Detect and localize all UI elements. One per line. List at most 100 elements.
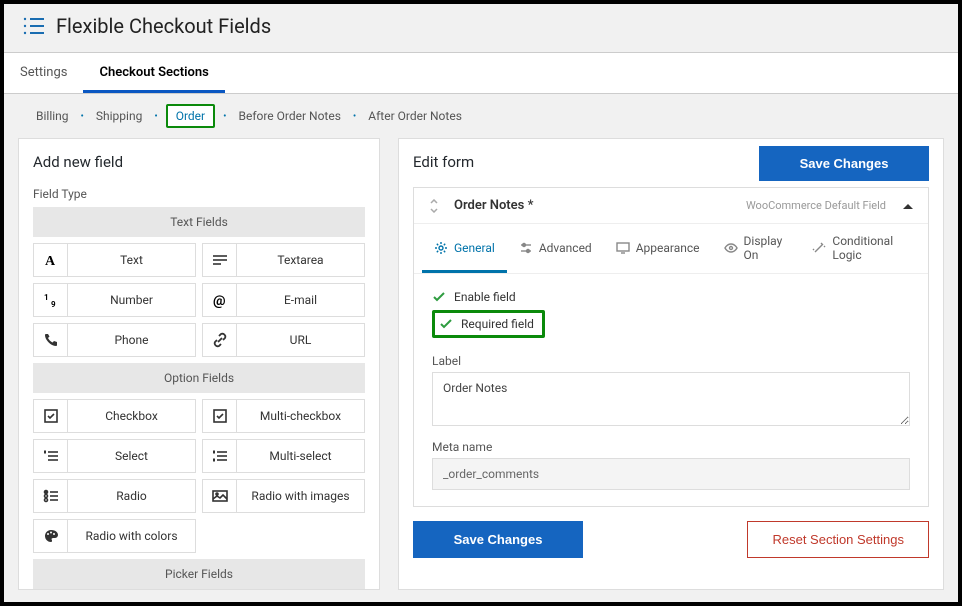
- tab-label: Display On: [744, 234, 789, 262]
- monitor-icon: [616, 241, 630, 255]
- svg-text:1: 1: [44, 293, 49, 302]
- edit-form-panel: Edit form Save Changes Order Notes * Woo…: [398, 138, 944, 590]
- at-icon: @: [203, 283, 237, 317]
- required-field-checkbox[interactable]: Required field: [432, 310, 545, 338]
- field-header[interactable]: Order Notes * WooCommerce Default Field: [414, 188, 928, 224]
- phone-icon: [34, 323, 68, 357]
- field-type-email[interactable]: @ E-mail: [202, 283, 365, 317]
- field-type-label: Multi-checkbox: [237, 409, 364, 423]
- meta-name-label: Meta name: [432, 440, 910, 454]
- tab-label: Appearance: [636, 241, 700, 255]
- meta-name-value: _order_comments: [432, 458, 910, 490]
- checkbox-label: Enable field: [454, 290, 516, 304]
- label-field-label: Label: [432, 354, 910, 368]
- tab-conditional-logic[interactable]: Conditional Logic: [800, 224, 920, 273]
- field-default-tag: WooCommerce Default Field: [746, 199, 886, 212]
- field-type-radio[interactable]: Radio: [33, 479, 196, 513]
- field-type-radio-images[interactable]: Radio with images: [202, 479, 365, 513]
- sub-nav-after-notes[interactable]: After Order Notes: [364, 107, 466, 125]
- field-type-label: URL: [237, 333, 364, 347]
- label-input[interactable]: [432, 372, 910, 426]
- field-type-url[interactable]: URL: [202, 323, 365, 357]
- multi-select-icon: [203, 439, 237, 473]
- drag-handle-icon[interactable]: [428, 199, 440, 213]
- field-type-label: Textarea: [237, 253, 364, 267]
- field-type-phone[interactable]: Phone: [33, 323, 196, 357]
- checkbox-icon: [34, 399, 68, 433]
- add-field-panel: Add new field Field Type Text Fields A T…: [18, 138, 380, 590]
- svg-text:A: A: [45, 254, 56, 268]
- tab-label: General: [454, 241, 495, 255]
- field-type-label: Multi-select: [237, 449, 364, 463]
- field-title: Order Notes *: [454, 198, 533, 213]
- field-editor: Order Notes * WooCommerce Default Field …: [413, 187, 929, 507]
- textarea-icon: [203, 243, 237, 277]
- collapse-icon[interactable]: [902, 202, 914, 210]
- radio-icon: [34, 479, 68, 513]
- eye-icon: [724, 241, 738, 255]
- add-field-title: Add new field: [19, 139, 379, 187]
- sliders-icon: [519, 241, 533, 255]
- group-picker-fields: Picker Fields: [33, 559, 365, 589]
- checkbox-label: Required field: [461, 317, 534, 331]
- field-type-multi-checkbox[interactable]: Multi-checkbox: [202, 399, 365, 433]
- check-icon: [439, 317, 453, 331]
- palette-icon: [34, 519, 68, 553]
- tab-advanced[interactable]: Advanced: [507, 224, 604, 273]
- tab-display-on[interactable]: Display On: [712, 224, 801, 273]
- field-type-checkbox[interactable]: Checkbox: [33, 399, 196, 433]
- sub-nav-shipping[interactable]: Shipping: [92, 107, 146, 125]
- field-type-select[interactable]: Select: [33, 439, 196, 473]
- field-type-text[interactable]: A Text: [33, 243, 196, 277]
- list-icon: [22, 15, 46, 37]
- select-icon: [34, 439, 68, 473]
- field-type-label: Number: [68, 293, 195, 307]
- tab-general[interactable]: General: [422, 224, 507, 273]
- check-icon: [432, 290, 446, 304]
- field-type-label: Select: [68, 449, 195, 463]
- save-changes-top-button[interactable]: Save Changes: [759, 146, 929, 181]
- save-changes-bottom-button[interactable]: Save Changes: [413, 521, 583, 558]
- gear-icon: [434, 241, 448, 255]
- field-type-label: Checkbox: [68, 409, 195, 423]
- sub-nav-billing[interactable]: Billing: [32, 107, 73, 125]
- field-type-textarea[interactable]: Textarea: [202, 243, 365, 277]
- sub-nav-before-notes[interactable]: Before Order Notes: [234, 107, 344, 125]
- tab-label: Advanced: [539, 241, 592, 255]
- field-type-label: Radio: [68, 489, 195, 503]
- field-type-label: Phone: [68, 333, 195, 347]
- page-header: Flexible Checkout Fields: [4, 4, 958, 52]
- separator-dot: •: [353, 111, 356, 122]
- top-nav: Settings Checkout Sections: [4, 52, 958, 94]
- checkbox-icon: [203, 399, 237, 433]
- tab-checkout-sections[interactable]: Checkout Sections: [83, 53, 224, 93]
- tab-appearance[interactable]: Appearance: [604, 224, 712, 273]
- sub-nav-order[interactable]: Order: [166, 104, 215, 128]
- field-type-label: Text: [68, 253, 195, 267]
- enable-field-checkbox[interactable]: Enable field: [432, 286, 910, 308]
- sub-nav: Billing • Shipping • Order • Before Orde…: [4, 94, 958, 138]
- image-icon: [203, 479, 237, 513]
- separator-dot: •: [154, 111, 157, 122]
- field-type-label: Radio with images: [237, 489, 364, 503]
- svg-text:@: @: [213, 293, 226, 308]
- field-type-multi-select[interactable]: Multi-select: [202, 439, 365, 473]
- field-type-label: E-mail: [237, 293, 364, 307]
- group-text-fields: Text Fields: [33, 207, 365, 237]
- field-settings-tabs: General Advanced Appearance Display On: [414, 224, 928, 274]
- field-type-label: Field Type: [19, 187, 379, 207]
- field-type-radio-colors[interactable]: Radio with colors: [33, 519, 196, 553]
- number-icon: 19: [34, 283, 68, 317]
- field-type-number[interactable]: 19 Number: [33, 283, 196, 317]
- text-icon: A: [34, 243, 68, 277]
- wand-icon: [812, 241, 826, 255]
- field-type-label: Radio with colors: [68, 529, 195, 543]
- tab-settings[interactable]: Settings: [4, 53, 83, 93]
- link-icon: [203, 323, 237, 357]
- separator-dot: •: [81, 111, 84, 122]
- page-title: Flexible Checkout Fields: [56, 14, 271, 38]
- svg-text:9: 9: [51, 300, 56, 308]
- reset-section-button[interactable]: Reset Section Settings: [747, 521, 929, 558]
- separator-dot: •: [223, 111, 226, 122]
- group-option-fields: Option Fields: [33, 363, 365, 393]
